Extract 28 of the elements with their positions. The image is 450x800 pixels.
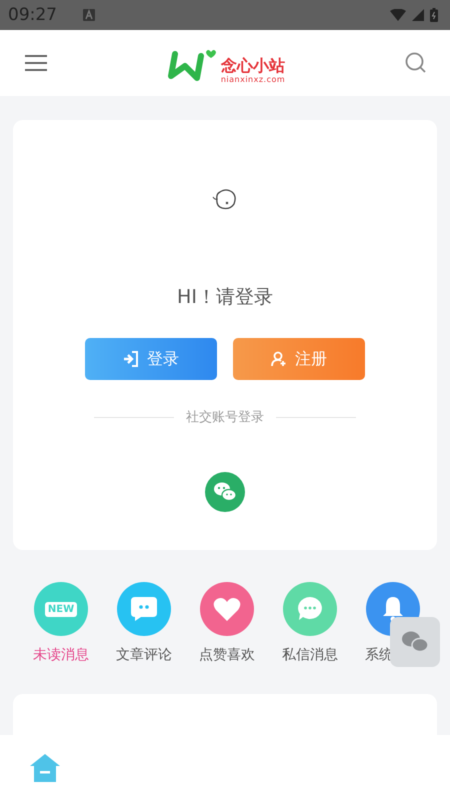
floating-chat-button[interactable] (390, 617, 440, 667)
shortcut-label: 未读消息 (33, 646, 89, 664)
login-icon (123, 351, 139, 367)
signal-icon (412, 9, 424, 21)
social-login-heading: 社交账号登录 (186, 409, 264, 426)
shortcut-icon (200, 582, 254, 636)
shortcut-label: 点赞喜欢 (199, 646, 255, 664)
brand-domain: nianxinxz.com (220, 75, 286, 84)
chat-bubbles-icon[interactable] (205, 472, 245, 512)
status-time: 09:27 (8, 5, 57, 25)
battery-icon (430, 8, 438, 22)
menu-icon[interactable] (25, 54, 47, 72)
shortcut-label: 文章评论 (116, 646, 172, 664)
shortcut-item[interactable]: 点赞喜欢 (199, 582, 255, 664)
shortcut-item[interactable]: 私信消息 (282, 582, 338, 664)
add-user-icon (271, 351, 287, 367)
shortcut-item[interactable]: 文章评论 (116, 582, 172, 664)
shortcut-label: 私信消息 (282, 646, 338, 664)
home-icon[interactable] (30, 754, 60, 782)
wifi-icon (390, 9, 406, 21)
new-badge: NEW (44, 602, 78, 616)
shortcut-icon (117, 582, 171, 636)
shortcut-icon (283, 582, 337, 636)
notification-icon (83, 9, 95, 21)
search-icon[interactable] (404, 52, 427, 74)
brand-name: 念心小站 (220, 57, 286, 75)
shortcut-item[interactable]: NEW 未读消息 (33, 582, 89, 664)
login-greeting: HI！请登录 (177, 285, 273, 310)
